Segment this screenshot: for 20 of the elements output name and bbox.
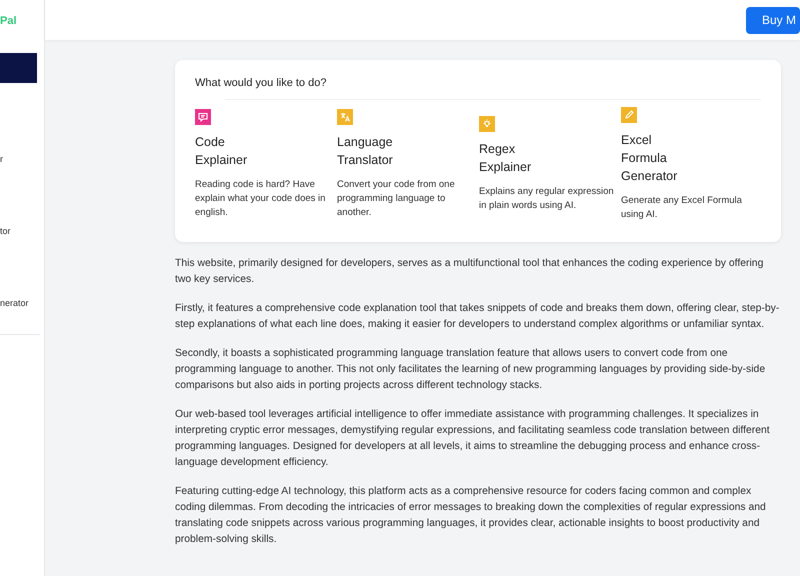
service-description: Explains any regular expression in plain words using AI. (479, 185, 615, 213)
service-title[interactable]: Language Translator (337, 133, 477, 169)
paragraph: Firstly, it features a comprehensive code explanation tool that takes snippets of code and breaks them down, offering clear, step-by-step explanations of what each line does, making it easier for developers to understand complex algorithms or unfamiliar syntax. (175, 302, 780, 332)
service-description: Generate any Excel Formula using AI. (621, 194, 743, 222)
service-title[interactable]: Regex Explainer (479, 140, 619, 176)
sidebar-item[interactable]: r (0, 152, 44, 166)
paragraph: Featuring cutting-edge AI technology, this platform acts as a comprehensive resource for coders facing common and complex coding dilemmas. From decoding the intricacies of error messages to breaking down the complexities of regular expressions and translating code snippets across various programming languages, it provides clear, actionable insights to boost productivity and problem-solving skills. (175, 485, 767, 547)
buy-button[interactable]: Buy M (746, 6, 800, 34)
sidebar-item[interactable]: tor (0, 224, 44, 238)
service-title[interactable]: Excel Formula Generator (621, 131, 761, 185)
paragraph: This website, primarily designed for developers, serves as a multifunctional tool that enhances the coding experience by offering two key services. (175, 257, 764, 287)
logo-text: Pal (0, 14, 18, 29)
paragraph: Our web-based tool leverages artificial intelligence to offer immediate assistance with programming challenges. It specializes in interpreting cryptic error messages, demystifying regular expressions, and facilitating seamless code translation between different programming languages. Designed for developers at all levels, it aims to streamline the debugging process and enhance cross-language development efficiency. (175, 408, 771, 470)
paragraph: Secondly, it boasts a sophisticated programming language translation feature that allows users to convert code from one programming language to another. This not only facilitates the learning of new programming languages by providing side-by-side comparisons but also aids in porting projects across different technology stacks. (175, 347, 766, 393)
service-description: Convert your code from one programming language to another. (337, 178, 456, 220)
service-title[interactable]: Code Explainer (195, 133, 335, 169)
sidebar-item[interactable] (0, 53, 37, 83)
sidebar-item[interactable]: nerator (0, 296, 44, 310)
service-description: Reading code is hard? Have explain what your code does in english. (195, 178, 326, 220)
card-title: What would you like to do? (195, 77, 328, 89)
